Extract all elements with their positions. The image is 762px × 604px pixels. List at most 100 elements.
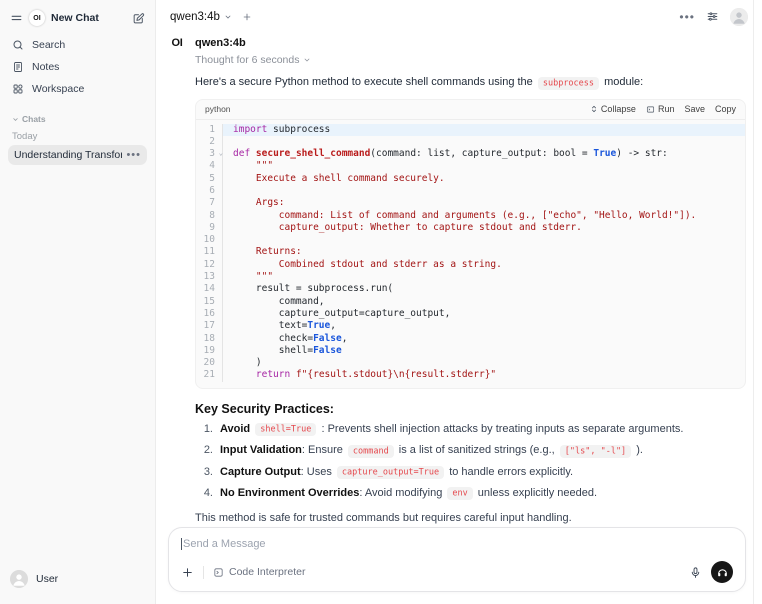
code-line: 10: [196, 234, 745, 247]
collapse-button[interactable]: Collapse: [590, 104, 636, 114]
more-options-icon[interactable]: •••: [679, 10, 695, 24]
sidebar-item-label: Search: [32, 39, 66, 51]
code-line: 11 Returns:: [196, 246, 745, 259]
line-number: 11: [196, 246, 223, 259]
code-lines[interactable]: 1 import subprocess 2 3 ⌄ def secure_shell_c…: [196, 120, 745, 388]
profile-avatar[interactable]: [730, 7, 748, 26]
run-icon: [646, 105, 655, 114]
code-text: return f"{result.stdout}\n{result.stderr…: [255, 369, 497, 381]
code-line: 12 Combined stdout and stderr as a strin…: [196, 258, 745, 272]
bold-text: No Environment Overrides: [220, 486, 360, 499]
list-marker: 1.: [203, 422, 213, 435]
sidebar-item-search[interactable]: Search: [8, 34, 147, 56]
list-marker: 3.: [203, 465, 213, 478]
code-text: Args:: [233, 197, 285, 209]
line-number: 3 ⌄: [196, 147, 223, 161]
mic-icon[interactable]: [689, 566, 702, 579]
thought-label: Thought for 6 seconds: [195, 54, 300, 66]
sidebar-header: OI New Chat: [8, 8, 147, 34]
input-placeholder: Send a Message: [183, 538, 266, 550]
voice-call-button[interactable]: [711, 561, 733, 583]
save-button[interactable]: Save: [684, 104, 705, 114]
list-marker: 4.: [203, 486, 213, 499]
code-line: 6: [196, 184, 745, 198]
fold-chevron-icon[interactable]: ⌄: [219, 147, 223, 159]
code-line: 20 ): [196, 357, 745, 370]
code-text: def secure_shell_command(command: list, …: [233, 148, 668, 160]
list-item-text: Avoid shell=True : Prevents shell inject…: [220, 422, 683, 437]
chat-item-menu-icon[interactable]: •••: [126, 150, 141, 161]
bold-text: Capture Output: [220, 465, 301, 478]
user-name: User: [36, 573, 59, 585]
chats-section-header[interactable]: Chats: [8, 112, 147, 126]
sidebar: OI New Chat Search Notes Workspace Chats…: [0, 0, 156, 604]
code-text: Returns:: [233, 246, 302, 258]
message-composer[interactable]: Send a Message Code Interpreter: [168, 527, 746, 592]
message-intro: Here's a secure Python method to execute…: [195, 74, 746, 91]
text: : Avoid modifying: [359, 486, 446, 499]
scrollbar-track[interactable]: [753, 0, 754, 604]
text: ).: [633, 444, 643, 457]
app-window: OI New Chat Search Notes Workspace Chats…: [0, 0, 762, 604]
chevron-down-icon: [303, 56, 311, 64]
code-interpreter-toggle[interactable]: Code Interpreter: [213, 566, 305, 578]
new-chat-icon[interactable]: [132, 12, 145, 25]
sidebar-toggle-icon[interactable]: [10, 12, 23, 25]
text: to handle errors explicitly.: [446, 465, 574, 478]
model-selector[interactable]: qwen3:4b: [170, 11, 232, 23]
sidebar-item-workspace[interactable]: Workspace: [8, 78, 147, 100]
code-line: 16 capture_output=capture_output,: [196, 307, 745, 321]
code-text: result = subprocess.run(: [233, 283, 394, 295]
code-text: Combined stdout and stderr as a string.: [233, 258, 502, 270]
chevron-down-icon: [224, 13, 232, 21]
list-item: 3. Capture Output: Uses capture_output=Tr…: [195, 465, 746, 480]
code-line: 19 shell=False: [196, 344, 745, 358]
line-number: 20: [196, 357, 223, 370]
line-number: 14: [196, 283, 223, 296]
text: : Prevents shell injection attacks by tr…: [318, 422, 684, 435]
top-bar: qwen3:4b •••: [156, 0, 762, 27]
text-caret: [181, 538, 182, 550]
code-line: 2: [196, 135, 745, 149]
search-icon: [12, 39, 24, 51]
new-chat-label[interactable]: New Chat: [51, 12, 99, 24]
attach-plus-icon[interactable]: [181, 566, 194, 579]
code-language-label: python: [205, 104, 231, 114]
code-text: """: [233, 271, 274, 283]
code-line: 3 ⌄ def secure_shell_command(command: list…: [196, 147, 745, 161]
message-input[interactable]: Send a Message: [181, 537, 733, 551]
chat-title: Understanding Transformer St: [14, 149, 123, 161]
user-menu[interactable]: User: [8, 566, 147, 592]
code-text: shell=False: [233, 344, 342, 356]
code-line: 4 """: [196, 160, 745, 173]
text: Here's a secure Python method to execute…: [195, 76, 536, 88]
chat-list-item-selected[interactable]: Understanding Transformer St •••: [8, 145, 147, 165]
line-number: 21: [196, 369, 223, 382]
code-line: 13 """: [196, 271, 745, 284]
line-number: 6: [196, 184, 223, 198]
copy-button[interactable]: Copy: [715, 104, 736, 114]
code-line: 5 Execute a shell command securely.: [196, 172, 745, 185]
code-interpreter-icon: [213, 567, 224, 578]
code-line: 1 import subprocess: [196, 123, 745, 136]
workspace-icon: [12, 83, 24, 95]
line-number: 10: [196, 234, 223, 247]
notes-icon: [12, 61, 24, 73]
section-heading: Key Security Practices:: [195, 401, 334, 416]
closing-paragraph: This method is safe for trusted commands…: [195, 512, 572, 525]
thought-toggle[interactable]: Thought for 6 seconds: [195, 54, 746, 66]
add-model-icon[interactable]: [242, 12, 252, 22]
list-item-text: No Environment Overrides: Avoid modifyin…: [220, 486, 597, 501]
code-text: ): [233, 357, 262, 369]
model-name: qwen3:4b: [170, 10, 220, 23]
code-line: 8 command: List of command and arguments…: [196, 209, 745, 222]
inline-code: subprocess: [537, 76, 600, 90]
sidebar-item-notes[interactable]: Notes: [8, 56, 147, 78]
run-button[interactable]: Run: [646, 104, 674, 114]
controls-icon[interactable]: [706, 10, 719, 23]
code-line: 9 capture_output: Whether to capture std…: [196, 221, 745, 235]
inline-code: command: [347, 444, 394, 458]
code-text: check=False,: [233, 332, 348, 344]
